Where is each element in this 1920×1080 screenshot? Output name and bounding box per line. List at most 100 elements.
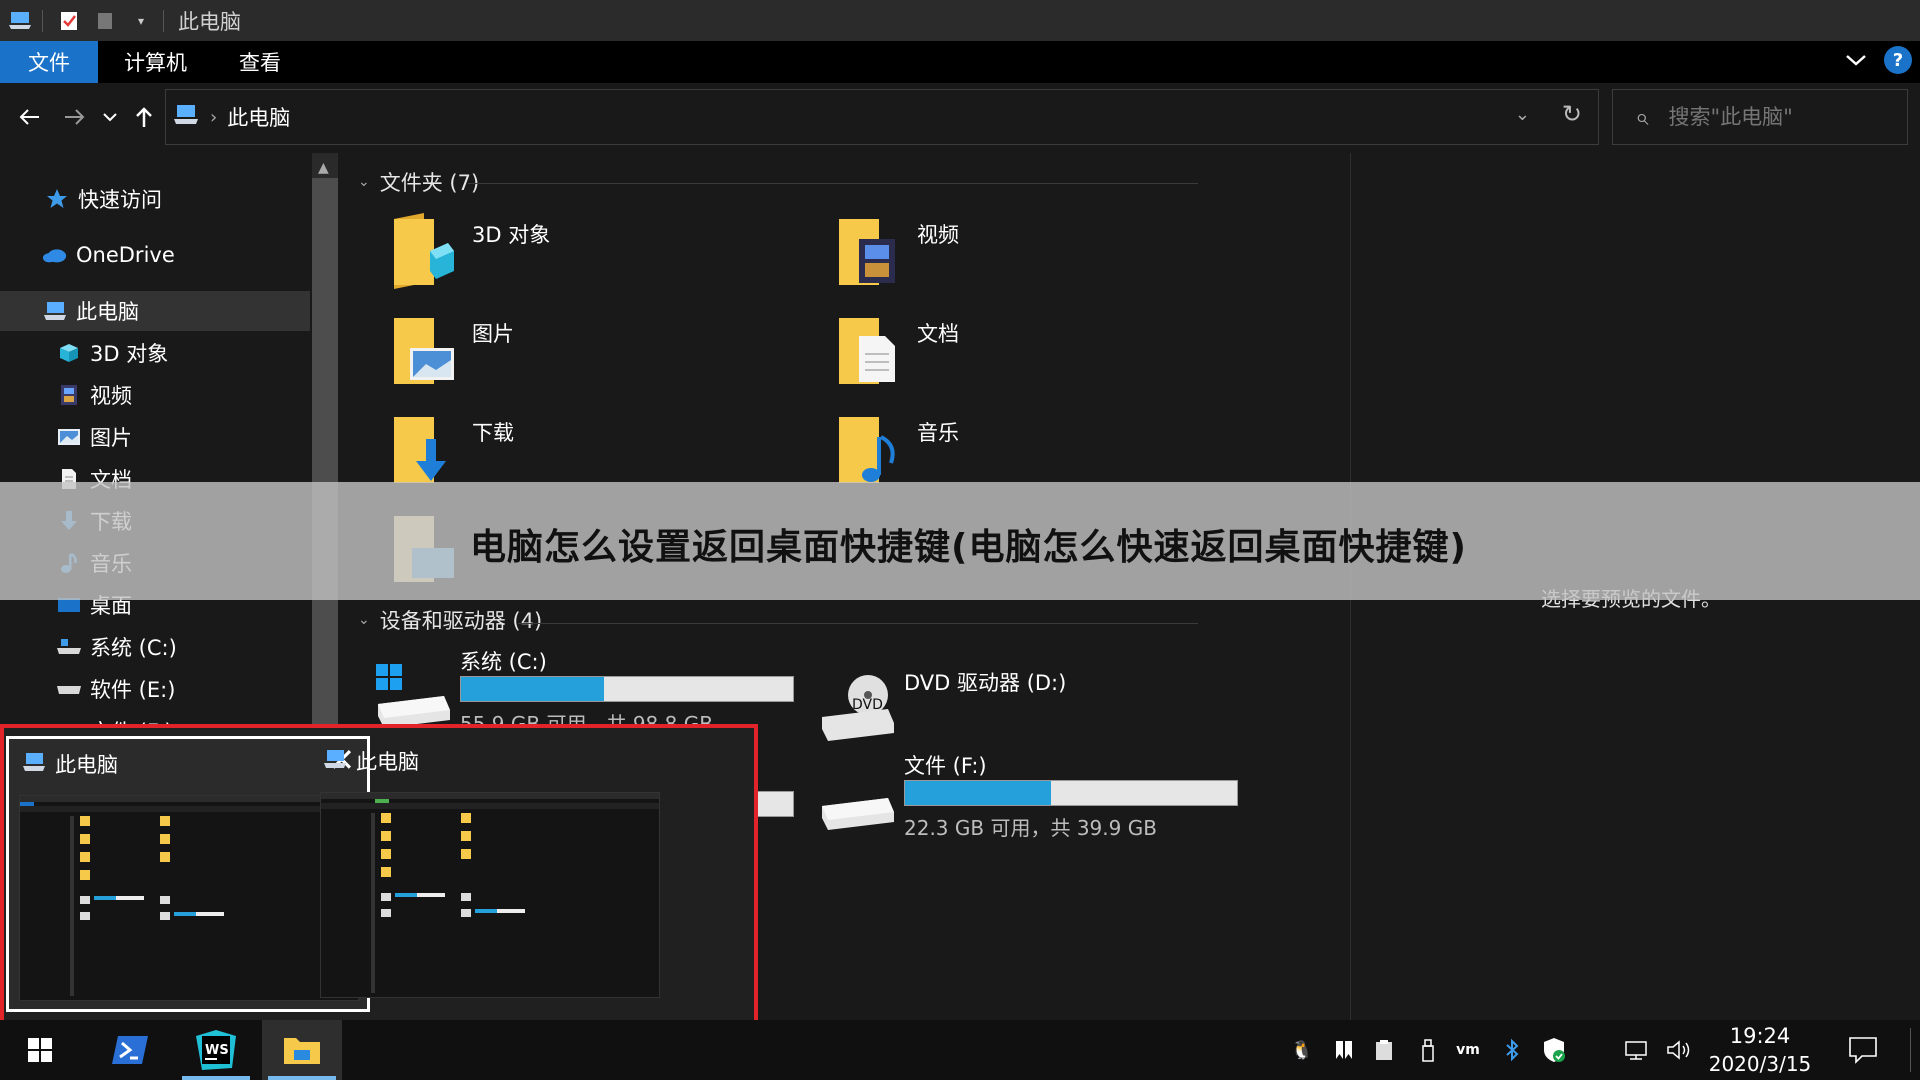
thumbnail-title: 此电脑 [55, 753, 118, 777]
folder-videos[interactable]: 视频 [835, 211, 1255, 301]
folder-music-icon [839, 417, 895, 483]
folders-group-header[interactable]: ⌄ 文件夹 (7) [358, 167, 479, 197]
running-indicator [182, 1076, 250, 1080]
tab-computer[interactable]: 计算机 [98, 41, 213, 83]
usb-drive-icon[interactable] [1414, 1036, 1442, 1064]
pc-icon [172, 103, 200, 131]
sidebar-item-quick-access[interactable]: 快速访问 [0, 179, 310, 219]
drive-usage-bar [904, 780, 1238, 806]
drive-icon [56, 634, 82, 660]
divider [163, 9, 164, 32]
refresh-icon[interactable]: ↻ [1562, 100, 1582, 128]
sidebar-item-drive-e[interactable]: 软件 (E:) [0, 669, 310, 709]
help-button[interactable]: ? [1884, 46, 1912, 74]
breadcrumb-separator-icon: › [210, 106, 218, 128]
taskbar-webstorm[interactable]: WS [176, 1020, 256, 1080]
start-button[interactable] [0, 1020, 80, 1080]
taskbar-thumbnail-popup: 此电脑 ✕ 此电脑 [0, 724, 758, 1024]
sidebar-item-label: OneDrive [76, 243, 175, 267]
sidebar-item-label: 视频 [90, 384, 132, 408]
bluetooth-icon[interactable] [1498, 1036, 1526, 1064]
clock[interactable]: 19:24 2020/3/15 [1700, 1022, 1820, 1078]
folder-3d-icon [394, 213, 454, 289]
film-icon [56, 382, 82, 408]
volume-icon[interactable] [1666, 1036, 1694, 1064]
divider [518, 623, 1198, 624]
scroll-up-icon[interactable]: ▲ [318, 160, 329, 176]
picture-icon [56, 424, 82, 450]
folder-document-icon [839, 318, 895, 384]
windows-drive-icon [376, 664, 450, 728]
security-shield-icon[interactable] [1540, 1036, 1568, 1064]
address-dropdown-icon[interactable]: ⌄ [1515, 104, 1530, 125]
tab-view[interactable]: 查看 [213, 41, 307, 83]
drive-name: 文件 (F:) [904, 754, 987, 778]
new-folder-icon[interactable] [89, 5, 121, 37]
thumbnail-title: 此电脑 [356, 750, 419, 774]
taskbar-file-explorer[interactable] [262, 1020, 342, 1080]
bookmark-app-icon[interactable] [1330, 1036, 1358, 1064]
drive-name: 系统 (C:) [460, 650, 547, 674]
webstorm-icon: WS [196, 1030, 236, 1070]
clipboard-app-icon[interactable] [1370, 1036, 1398, 1064]
drive-name: DVD 驱动器 (D:) [904, 671, 1067, 695]
sidebar-item-onedrive[interactable]: OneDrive [0, 235, 310, 275]
navigation-bar: › 此电脑 ⌄ ↻ ⌕ [0, 83, 1920, 153]
search-input[interactable] [1668, 105, 1889, 129]
sidebar-scrollbar-thumb[interactable] [312, 178, 338, 738]
divider [42, 9, 43, 32]
overlay-banner: 电脑怎么设置返回桌面快捷键(电脑怎么快速返回桌面快捷键) [0, 482, 1920, 600]
drive-f[interactable]: 文件 (F:) 22.3 GB 可用，共 39.9 GB [818, 750, 1258, 840]
search-icon: ⌕ [1635, 103, 1649, 131]
properties-icon[interactable] [53, 5, 85, 37]
customize-dropdown-icon[interactable]: ▾ [125, 5, 157, 37]
sidebar-item-pictures[interactable]: 图片 [0, 417, 310, 457]
folder-name: 图片 [472, 322, 514, 346]
drive-icon [822, 798, 894, 830]
forward-arrow-icon[interactable] [56, 99, 92, 135]
folder-3d-objects[interactable]: 3D 对象 [390, 211, 810, 301]
svg-text:DVD: DVD [852, 697, 883, 713]
recent-locations-icon[interactable] [92, 99, 128, 135]
divider [468, 183, 1198, 184]
drives-group-header[interactable]: ⌄ 设备和驱动器 (4) [358, 605, 542, 635]
clock-time: 19:24 [1729, 1024, 1791, 1048]
vmware-icon[interactable]: vm [1454, 1036, 1482, 1064]
folder-pictures[interactable]: 图片 [390, 310, 810, 400]
pc-icon[interactable] [4, 5, 36, 37]
sidebar-item-3d-objects[interactable]: 3D 对象 [0, 333, 310, 373]
tab-file[interactable]: 文件 [0, 41, 98, 83]
drive-usage-bar [460, 676, 794, 702]
thumbnail-preview [19, 795, 359, 1001]
window-thumbnail[interactable]: 此电脑 [310, 736, 674, 1012]
folder-name: 3D 对象 [472, 223, 551, 247]
pc-icon [42, 298, 68, 324]
qq-icon[interactable]: 🐧 [1288, 1036, 1316, 1064]
search-box[interactable]: ⌕ [1612, 89, 1908, 145]
up-arrow-icon[interactable] [126, 99, 162, 135]
notification-center-icon[interactable] [1848, 1036, 1878, 1068]
pc-icon [322, 748, 348, 774]
file-explorer-icon [284, 1038, 320, 1064]
folder-name: 视频 [917, 223, 959, 247]
sidebar-item-label: 系统 (C:) [90, 636, 177, 660]
drive-icon [56, 676, 82, 702]
address-bar[interactable]: › 此电脑 ⌄ ↻ [165, 89, 1599, 145]
breadcrumb-this-pc[interactable]: 此电脑 [227, 102, 290, 132]
thumbnail-preview [320, 792, 660, 998]
taskbar-powershell[interactable] [90, 1020, 170, 1080]
drive-d[interactable]: DVD DVD 驱动器 (D:) [818, 659, 1258, 749]
show-desktop-button[interactable] [1910, 1028, 1911, 1072]
back-arrow-icon[interactable] [12, 99, 48, 135]
collapse-caret-icon: ⌄ [358, 174, 370, 190]
folder-documents[interactable]: 文档 [835, 310, 1255, 400]
network-icon[interactable] [1624, 1036, 1652, 1064]
sidebar-item-drive-c[interactable]: 系统 (C:) [0, 627, 310, 667]
drive-c[interactable]: 系统 (C:) 55.9 GB 可用，共 98.8 GB [374, 646, 814, 736]
folder-name: 下载 [472, 421, 514, 445]
sidebar-item-videos[interactable]: 视频 [0, 375, 310, 415]
expand-ribbon-icon[interactable] [1844, 52, 1868, 68]
sidebar-item-label: 图片 [90, 426, 132, 450]
sidebar-item-this-pc[interactable]: 此电脑 [0, 291, 310, 331]
running-indicator [268, 1076, 336, 1080]
